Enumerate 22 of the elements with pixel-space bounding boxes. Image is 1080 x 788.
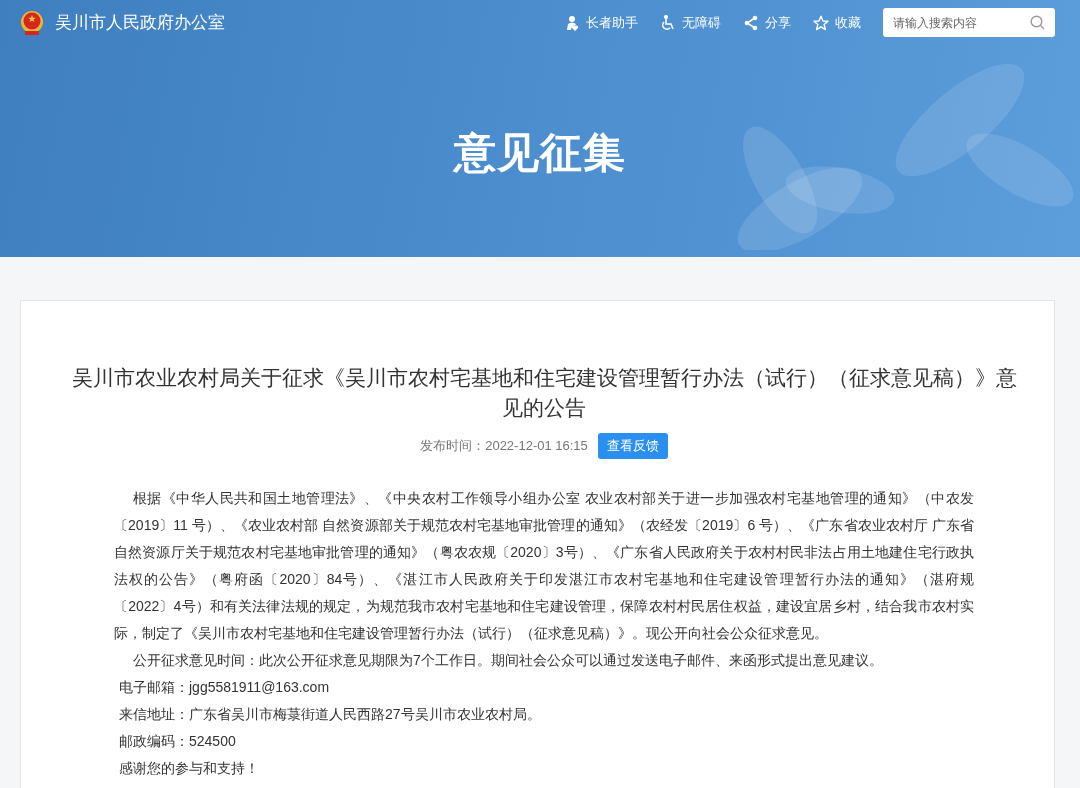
search-field[interactable]: 请输入搜索内容	[883, 8, 1055, 37]
article-paragraph: 公开征求意见时间：此次公开征求意见期限为7个工作日。期间社会公众可以通过发送电子邮件、来函形式提出意见建议。	[132, 651, 884, 670]
elder-helper-icon	[564, 14, 580, 31]
nav-link[interactable]: 分享	[743, 13, 791, 32]
article-paragraph: 邮政编码：524500	[118, 732, 237, 751]
search-icon	[1030, 15, 1045, 30]
article-paragraph: 感谢您的参与和支持！	[118, 759, 260, 778]
star-icon	[813, 14, 829, 31]
article-paragraph: 根据《中华人民共和国土地管理法》、《中央农村工作领导小组办公室 农业农村部关于进一步加强农村宅基地管理的通知》（中农发〔2019〕11 号）、《农业农村部 自然资源部关于规范农村宅基地审批管理的通知》（农经发〔2019〕6 号）、《广东省农业农村厅 广东省自然资源厅关于规范农村宅基地审批管理的通知》（粤农农规〔2020〕3号）、《广东省人民政府关于农村村民非法占用土地建住宅行政执法权的公告》（粤府函〔2020〕84号）、《湛江市人民政府关于印发湛江市农村宅基地和住宅建设管理暂行办法的通知》（湛府规〔2022〕4号）和有关法律法规的规定，为规范我市农村宅基地和住宅建设管理，保障农村村民居住权益，建设宜居乡村，结合我市农村实际，制定了《吴川市农村宅基地和住宅建设管理暂行办法（试行）（征求意见稿）》。现公开向社会公众征求意见。	[114, 489, 974, 643]
feedback-button[interactable]: 查看反馈	[597, 433, 668, 459]
site-title: 吴川市人民政府办公室	[55, 12, 225, 34]
nav-link[interactable]: 无障碍	[660, 13, 721, 32]
nav-link[interactable]: 收藏	[813, 13, 861, 32]
nav-link[interactable]: 长者助手	[564, 13, 638, 32]
banner-title: 意见征集	[454, 128, 626, 178]
share-icon	[743, 14, 759, 31]
wheelchair-icon	[660, 14, 676, 31]
article-title: 吴川市农业农村局关于征求《吴川市农村宅基地和住宅建设管理暂行办法（试行）（征求意见稿）》意见的公告	[70, 365, 1018, 421]
article-paragraph: 电子邮箱：jgg5581911@163.com	[118, 678, 331, 697]
article-paragraph: 来信地址：广东省吴川市梅菉街道人民西路27号吴川市农业农村局。	[118, 705, 542, 724]
publish-time: 发布时间：2022-12-01 16:15	[420, 437, 588, 455]
emblem-icon	[19, 9, 45, 36]
